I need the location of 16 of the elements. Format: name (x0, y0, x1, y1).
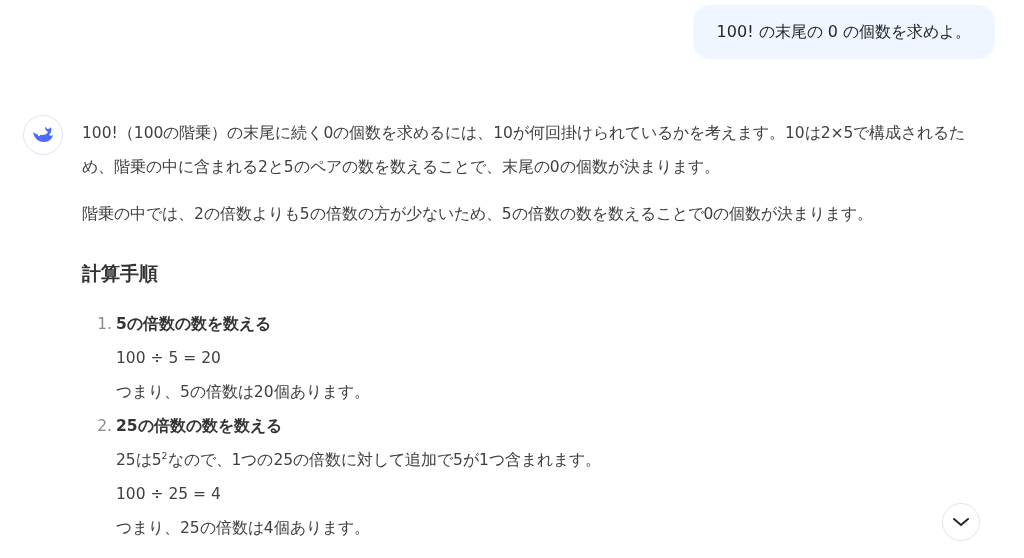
scroll-down-button[interactable] (942, 503, 980, 541)
section-heading: 計算手順 (82, 261, 159, 286)
step-title: 5の倍数の数を数える (116, 314, 271, 335)
answer-paragraph: 100!（100の階乗）の末尾に続く0の個数を求めるには、10が何回掛けられているかを考えます。10は2×5で構成されるため、階乗の中に含まれる2と5のペアの数を数えることで、末尾の0の個数が決まります。 (82, 123, 967, 178)
answer-paragraph: 階乗の中では、2の倍数よりも5の倍数の方が少ないため、5の倍数の数を数えることで0の個数が決まります。 (82, 204, 875, 225)
list-number: 2. (96, 416, 113, 437)
whale-icon (32, 126, 54, 144)
step-text: 25は5$^{2}$なので、1つの25の倍数に対して追加で5が1つ含まれます。 (116, 448, 601, 471)
chevron-down-icon (952, 517, 970, 527)
list-number: 1. (96, 314, 113, 335)
user-message: 100! の末尾の 0 の個数を求めよ。 (692, 5, 995, 59)
step-text: つまり、25の倍数は4個あります。 (116, 518, 370, 539)
step-text: つまり、5の倍数は20個あります。 (116, 382, 370, 403)
step-title: 25の倍数の数を数える (116, 416, 282, 437)
step-text: 100 ÷ 25 = 4 (116, 484, 221, 505)
step-text: 100 ÷ 5 = 20 (116, 348, 221, 369)
